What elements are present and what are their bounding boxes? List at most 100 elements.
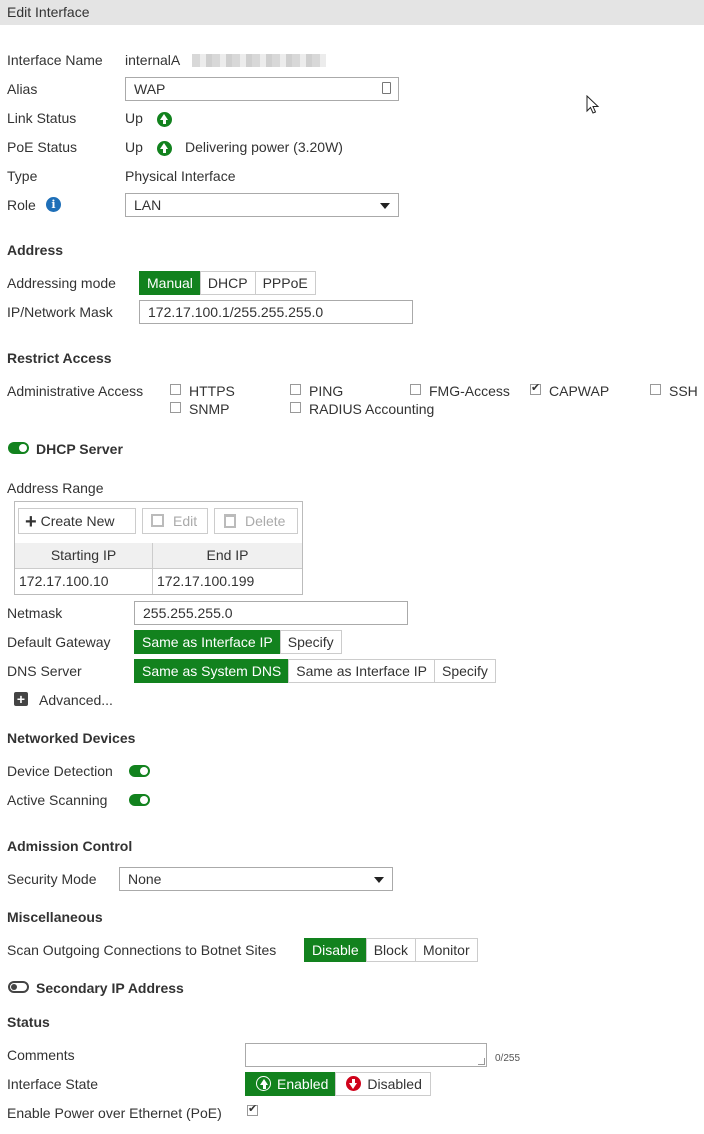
table-cell-start-ip[interactable]: 172.17.100.10 [15,569,153,594]
interface-name-value: internalA [125,52,181,68]
chevron-down-icon [380,203,390,209]
capwap-label: CAPWAP [549,383,610,399]
delete-button[interactable]: Delete [214,508,298,534]
mode-manual-button[interactable]: Manual [139,271,201,295]
netmask-label: Netmask [7,605,63,621]
comments-textarea[interactable] [245,1043,487,1067]
link-status-label: Link Status [7,110,77,126]
ssh-checkbox[interactable] [650,384,661,395]
radius-accounting-checkbox[interactable] [290,402,301,413]
dns-server-label: DNS Server [7,663,82,679]
contact-card-icon [382,82,391,94]
enable-poe-label: Enable Power over Ethernet (PoE) [7,1105,222,1121]
info-icon[interactable]: i [46,197,61,212]
dialog-title-bar: Edit Interface [0,0,704,25]
default-gateway-group: Same as Interface IP Specify [134,630,342,654]
expand-plus-icon[interactable]: + [14,692,28,706]
interface-state-group: Enabled Disabled [245,1072,431,1096]
alias-value: WAP [134,81,166,97]
capwap-checkbox[interactable] [530,381,541,395]
trash-icon [224,514,236,528]
mode-pppoe-button[interactable]: PPPoE [254,271,316,295]
secondary-ip-heading: Secondary IP Address [36,980,184,996]
ip-mask-input[interactable]: 172.17.100.1/255.255.255.0 [139,300,413,324]
plus-icon: + [25,511,37,533]
dns-same-as-interface-button[interactable]: Same as Interface IP [288,659,435,683]
snmp-label: SNMP [189,401,230,417]
dns-same-as-system-button[interactable]: Same as System DNS [134,659,290,683]
chevron-down-icon [374,877,384,883]
type-value: Physical Interface [125,168,236,184]
enable-poe-checkbox[interactable] [247,1102,258,1116]
dialog-title: Edit Interface [7,4,90,20]
ping-checkbox[interactable] [290,384,301,395]
fmg-access-checkbox[interactable] [410,384,421,395]
miscellaneous-heading: Miscellaneous [7,909,103,925]
device-detection-label: Device Detection [7,763,113,779]
edit-label: Edit [173,513,198,529]
state-enabled-label: Enabled [277,1076,329,1092]
edit-button[interactable]: Edit [142,508,208,534]
addressing-mode-group: Manual DHCP PPPoE [139,271,316,295]
mode-dhcp-button[interactable]: DHCP [199,271,256,295]
poe-status-detail: Delivering power (3.20W) [185,139,343,155]
link-status-value: Up [125,110,143,126]
restrict-access-heading: Restrict Access [7,350,112,366]
mouse-cursor-icon [586,95,600,114]
snmp-checkbox[interactable] [170,402,181,413]
fmg-access-label: FMG-Access [429,383,510,399]
status-heading: Status [7,1014,50,1030]
dhcp-server-toggle[interactable] [8,442,29,454]
column-header-end-ip[interactable]: End IP [153,543,302,569]
gateway-same-as-interface-button[interactable]: Same as Interface IP [134,630,281,654]
link-up-icon [157,112,172,127]
security-mode-select[interactable]: None [119,867,393,891]
redacted-serial-blur [192,54,326,67]
resize-handle-icon[interactable] [478,1058,485,1065]
alias-label: Alias [7,81,38,97]
botnet-disable-button[interactable]: Disable [304,938,367,962]
security-mode-label: Security Mode [7,871,97,887]
ssh-label: SSH [669,383,698,399]
address-heading: Address [7,242,64,258]
dns-specify-button[interactable]: Specify [434,659,496,683]
advanced-link[interactable]: Advanced... [39,692,113,708]
botnet-scan-group: Disable Block Monitor [304,938,478,962]
active-scanning-toggle[interactable] [129,794,150,806]
dhcp-server-heading: DHCP Server [36,441,123,457]
botnet-monitor-button[interactable]: Monitor [414,938,478,962]
https-checkbox[interactable] [170,384,181,395]
poe-up-icon [157,141,172,156]
dns-server-group: Same as System DNS Same as Interface IP … [134,659,496,683]
comments-char-count: 0/255 [495,1053,521,1064]
gateway-specify-button[interactable]: Specify [279,630,342,654]
ip-mask-value: 172.17.100.1/255.255.255.0 [148,304,324,320]
create-new-label: Create New [40,513,115,529]
arrow-down-circle-icon [346,1076,362,1091]
edit-icon [151,514,164,527]
state-disabled-button[interactable]: Disabled [335,1072,431,1096]
active-scanning-label: Active Scanning [7,792,108,808]
comments-label: Comments [7,1047,75,1063]
ping-label: PING [309,383,344,399]
type-label: Type [7,168,38,184]
create-new-button[interactable]: + Create New [18,508,136,534]
table-cell-end-ip[interactable]: 172.17.100.199 [153,569,302,594]
botnet-scan-label: Scan Outgoing Connections to Botnet Site… [7,942,277,958]
column-header-starting-ip[interactable]: Starting IP [15,543,153,569]
arrow-down-glyph [349,1083,358,1089]
radius-accounting-label: RADIUS Accounting [309,401,435,417]
botnet-block-button[interactable]: Block [365,938,416,962]
role-select[interactable]: LAN [125,193,399,217]
state-enabled-button[interactable]: Enabled [245,1072,337,1096]
device-detection-toggle[interactable] [129,765,150,777]
netmask-input[interactable]: 255.255.255.0 [134,601,408,625]
address-range-table: + Create New Edit Delete Starting IP End… [14,501,303,595]
admission-control-heading: Admission Control [7,838,133,854]
alias-input[interactable]: WAP [125,77,399,101]
poe-status-value: Up [125,139,143,155]
secondary-ip-toggle[interactable] [8,981,29,993]
arrow-up-circle-icon [256,1076,271,1091]
role-select-value: LAN [134,197,162,213]
admin-access-label: Administrative Access [7,383,144,399]
